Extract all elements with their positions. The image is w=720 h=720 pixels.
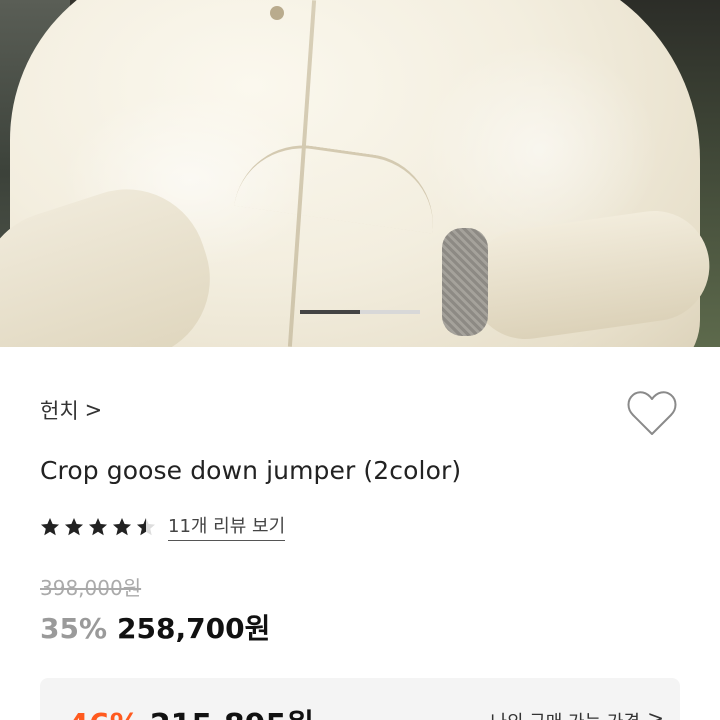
rating-row: 11개 리뷰 보기 bbox=[40, 512, 286, 541]
star-icon bbox=[65, 517, 83, 535]
my-price-label: 나의 구매 가능 가격 bbox=[490, 708, 640, 720]
price-row: 35% 258,700원 bbox=[40, 607, 270, 647]
star-icon bbox=[137, 517, 155, 535]
star-rating bbox=[40, 517, 160, 537]
star-icon bbox=[113, 517, 131, 535]
chevron-right-icon: > bbox=[647, 706, 664, 720]
product-image[interactable] bbox=[0, 0, 720, 347]
coupon-price-group: 46% 215,895원 bbox=[68, 700, 314, 720]
brand-name: 헌치 bbox=[40, 399, 79, 423]
heart-outline-icon[interactable] bbox=[626, 390, 678, 438]
coupon-discount-rate: 46% bbox=[68, 708, 140, 720]
coupon-price: 215,895원 bbox=[150, 700, 314, 720]
sale-price: 258,700원 bbox=[117, 612, 271, 645]
discount-rate: 35% bbox=[40, 612, 108, 645]
star-icon bbox=[89, 517, 107, 535]
my-price-box[interactable]: 46% 215,895원 나의 구매 가능 가격 > bbox=[40, 678, 680, 720]
carousel-indicator-active bbox=[300, 310, 360, 314]
jacket-snap-button bbox=[270, 6, 284, 20]
star-icon bbox=[41, 517, 59, 535]
product-title: Crop goose down jumper (2color) bbox=[40, 456, 462, 485]
brand-link[interactable]: 헌치 > bbox=[40, 395, 102, 425]
review-link[interactable]: 11개 리뷰 보기 bbox=[168, 512, 286, 541]
carousel-indicator-inactive bbox=[360, 310, 420, 314]
original-price: 398,000원 bbox=[40, 576, 142, 600]
chevron-right-icon: > bbox=[84, 398, 103, 422]
knit-cuff bbox=[442, 228, 488, 336]
